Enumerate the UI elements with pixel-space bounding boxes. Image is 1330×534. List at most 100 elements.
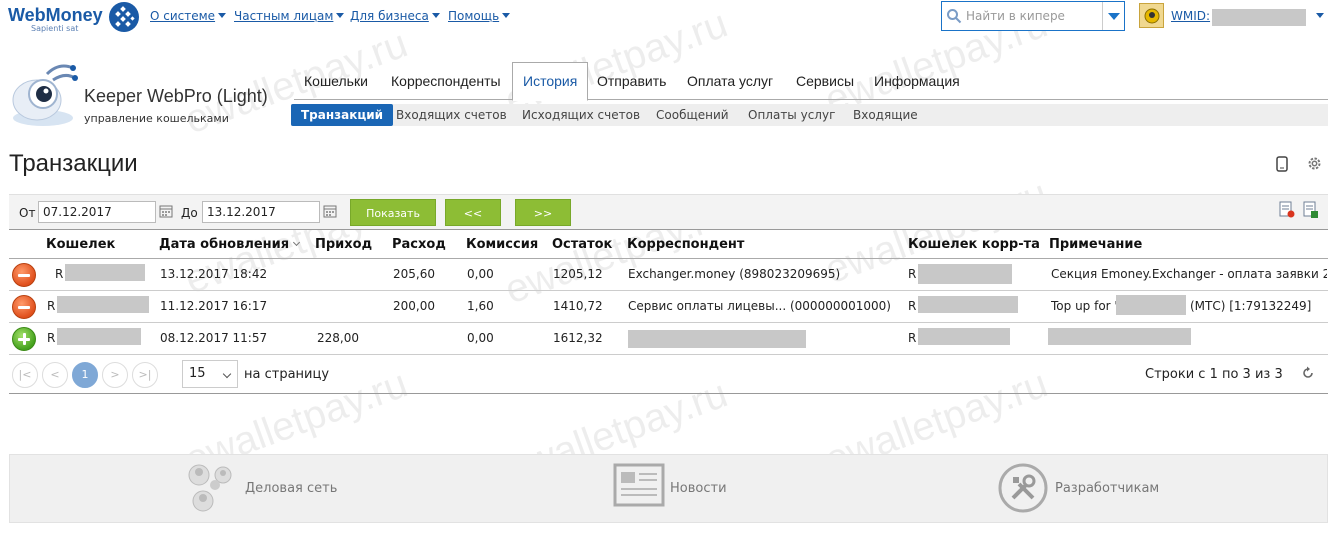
chevron-down-icon <box>336 13 345 18</box>
top-bar: WebMoney Sapienti sat О системе Частным … <box>0 0 1330 36</box>
page-number-button[interactable]: 1 <box>72 362 98 388</box>
wallet-redacted <box>57 328 141 345</box>
wmid-value-redacted <box>1212 9 1306 26</box>
col-expense[interactable]: Расход <box>392 237 446 252</box>
prev-period-button[interactable]: << <box>445 199 501 226</box>
corr-wallet-redacted <box>918 328 1010 345</box>
to-label: До <box>181 206 198 220</box>
corr-wallet-redacted <box>918 296 1018 313</box>
last-page-button[interactable]: >| <box>132 362 158 388</box>
sub-tabs: Транзакций Входящих счетов Исходящих сче… <box>291 104 1328 126</box>
next-period-button[interactable]: >> <box>515 199 571 226</box>
nav-business[interactable]: Для бизнеса <box>350 9 440 23</box>
pagination: |< < 1 > >| 15 на страницу Строки с 1 по… <box>9 356 1328 394</box>
cell-note-prefix: Top up for ' <box>1051 299 1118 313</box>
tab-services[interactable]: Сервисы <box>796 73 854 89</box>
tab-send[interactable]: Отправить <box>597 73 666 89</box>
cell-fee: 1,60 <box>467 299 494 313</box>
nav-help[interactable]: Помощь <box>448 9 511 23</box>
corr-wallet-redacted <box>918 264 1012 284</box>
show-button[interactable]: Показать <box>350 199 436 226</box>
tab-info[interactable]: Информация <box>874 73 960 89</box>
table-row[interactable]: R 11.12.2017 16:17 200,00 1,60 1410,72 С… <box>9 291 1328 323</box>
calendar-icon[interactable] <box>158 203 176 221</box>
col-correspondent[interactable]: Корреспондент <box>627 237 744 252</box>
cell-correspondent[interactable]: Exchanger.money (898023209695) <box>628 267 840 281</box>
cell-expense: 205,60 <box>393 267 435 281</box>
per-page-label: на страницу <box>244 367 330 382</box>
subtab-outgoing-invoices[interactable]: Исходящих счетов <box>522 108 640 122</box>
export-pdf-icon[interactable] <box>1279 201 1295 219</box>
cell-wallet: R <box>47 331 56 345</box>
col-corr-wallet[interactable]: Кошелек корр-та <box>908 237 1040 252</box>
avatar[interactable] <box>1139 3 1164 28</box>
webmoney-globe-icon <box>109 2 139 32</box>
cell-corr-wallet: R <box>908 331 917 345</box>
col-fee[interactable]: Комиссия <box>466 237 538 252</box>
chevron-down-icon[interactable] <box>1316 13 1324 18</box>
search-dropdown-button[interactable] <box>1102 2 1124 30</box>
rows-info: Строки с 1 по 3 из 3 <box>1145 367 1283 382</box>
keeper-title: Keeper WebPro (Light) <box>84 86 268 106</box>
footer-links: Деловая сеть Новости Разработчикам <box>9 454 1328 523</box>
cell-expense: 200,00 <box>393 299 435 313</box>
outgoing-icon <box>12 295 36 319</box>
cell-note-suffix: (МТС) [1:79132249] <box>1190 299 1312 313</box>
subtab-inbox[interactable]: Входящие <box>853 108 918 122</box>
col-income[interactable]: Приход <box>315 237 372 252</box>
cell-correspondent[interactable]: Сервис оплаты лицевы... (000000001000) <box>628 299 891 313</box>
cell-corr-wallet: R <box>908 267 917 281</box>
news-link[interactable]: Новости <box>670 481 727 496</box>
tab-history[interactable]: История <box>512 62 589 101</box>
tools-icon <box>997 462 1049 517</box>
news-icon <box>613 463 665 510</box>
subtab-service-payments[interactable]: Оплаты услуг <box>748 108 835 122</box>
tab-correspondents[interactable]: Корреспонденты <box>391 73 501 89</box>
cell-fee: 0,00 <box>467 267 494 281</box>
keeper-logo <box>7 58 79 130</box>
business-network-link[interactable]: Деловая сеть <box>245 481 337 496</box>
prev-page-button[interactable]: < <box>42 362 68 388</box>
keeper-search[interactable] <box>941 1 1125 31</box>
cell-date: 13.12.2017 18:42 <box>160 267 268 281</box>
incoming-icon <box>12 327 36 351</box>
page-title: Транзакции <box>9 150 138 177</box>
col-date[interactable]: Дата обновления <box>159 237 301 252</box>
search-input[interactable] <box>966 7 1096 25</box>
col-balance[interactable]: Остаток <box>552 237 612 252</box>
wmid-label[interactable]: WMID: <box>1171 9 1210 23</box>
col-note[interactable]: Примечание <box>1049 237 1142 252</box>
cell-income: 228,00 <box>317 331 359 345</box>
table-row[interactable]: R 08.12.2017 11:57 228,00 0,00 1612,32 R <box>9 323 1328 355</box>
tab-wallets[interactable]: Кошельки <box>304 73 368 89</box>
tab-pay-services[interactable]: Оплата услуг <box>687 73 773 89</box>
chevron-down-icon <box>1108 13 1120 20</box>
cell-wallet: R <box>55 267 64 281</box>
subtab-messages[interactable]: Сообщений <box>656 108 729 122</box>
wallet-redacted <box>65 264 145 281</box>
note-redacted <box>1116 295 1186 315</box>
export-excel-icon[interactable] <box>1303 201 1319 219</box>
outgoing-icon <box>12 263 36 287</box>
subtab-transactions[interactable]: Транзакций <box>291 104 394 126</box>
correspondent-redacted <box>628 330 806 348</box>
next-page-button[interactable]: > <box>102 362 128 388</box>
subtab-incoming-invoices[interactable]: Входящих счетов <box>396 108 507 122</box>
table-row[interactable]: R 13.12.2017 18:42 205,60 0,00 1205,12 E… <box>9 259 1328 291</box>
from-label: От <box>19 206 36 220</box>
date-to-field[interactable] <box>202 201 320 223</box>
developers-link[interactable]: Разработчикам <box>1055 481 1159 496</box>
page-size-select[interactable]: 15 <box>182 360 238 388</box>
nav-about[interactable]: О системе <box>150 9 227 23</box>
col-wallet[interactable]: Кошелек <box>46 237 115 252</box>
nav-personal[interactable]: Частным лицам <box>234 9 345 23</box>
chevron-down-icon <box>502 13 511 18</box>
gear-icon[interactable] <box>1306 155 1323 175</box>
refresh-icon[interactable] <box>1301 366 1315 383</box>
mobile-icon[interactable] <box>1276 156 1288 175</box>
cell-fee: 0,00 <box>467 331 494 345</box>
calendar-icon[interactable] <box>322 203 340 221</box>
date-from-field[interactable] <box>38 201 156 223</box>
brand-logo[interactable]: WebMoney <box>8 5 103 26</box>
first-page-button[interactable]: |< <box>12 362 38 388</box>
